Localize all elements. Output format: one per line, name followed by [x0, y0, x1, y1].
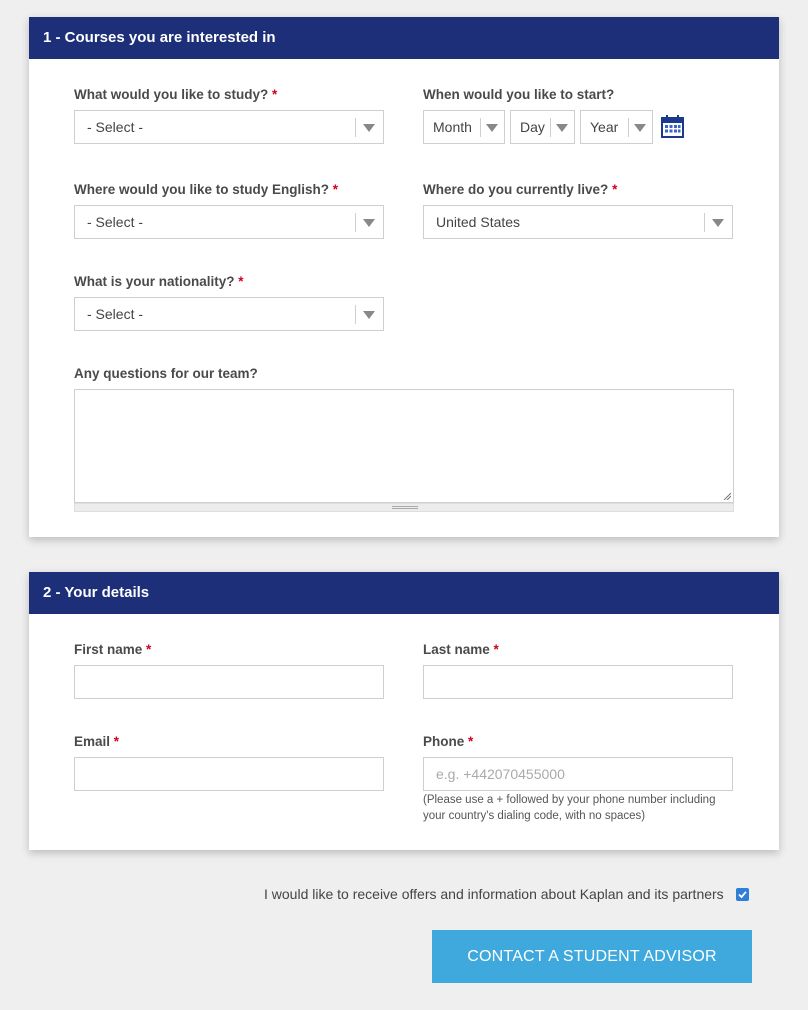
phone-hint-line: your country's dialing code, with no spa… — [423, 810, 646, 822]
month-select-value: Month — [433, 119, 472, 135]
nationality-select-value: - Select - — [87, 306, 144, 322]
year-select[interactable]: Year — [580, 110, 653, 144]
nationality-label: What is your nationality? * — [74, 274, 244, 289]
last-name-label-text: Last name — [423, 642, 490, 657]
checkmark-icon — [738, 891, 747, 899]
month-select[interactable]: Month — [423, 110, 505, 144]
nationality-label-text: What is your nationality? — [74, 274, 235, 289]
chevron-down-icon — [363, 311, 375, 319]
required-marker: * — [332, 182, 339, 197]
last-name-label: Last name * — [423, 642, 499, 657]
required-marker: * — [272, 87, 278, 102]
contact-advisor-button[interactable]: CONTACT A STUDENT ADVISOR — [432, 930, 752, 983]
email-input[interactable] — [74, 757, 384, 791]
required-marker: * — [468, 734, 474, 749]
phone-label-text: Phone — [423, 734, 465, 749]
where-study-label-text: Where would you like to study English? — [74, 182, 330, 197]
required-marker: * — [238, 274, 244, 289]
where-study-label: Where would you like to study English? * — [74, 182, 338, 197]
calendar-icon[interactable] — [661, 115, 684, 138]
chevron-down-icon — [486, 124, 498, 132]
last-name-input[interactable] — [423, 665, 733, 699]
select-divider — [704, 213, 705, 232]
phone-label: Phone * — [423, 734, 473, 749]
first-name-label: First name * — [74, 642, 151, 657]
phone-hint: (Please use a + followed by your phone n… — [423, 792, 715, 824]
textarea-resize-bar[interactable] — [74, 503, 734, 512]
where-study-select[interactable]: - Select - — [74, 205, 384, 239]
consent-label: I would like to receive offers and infor… — [264, 886, 724, 902]
phone-input[interactable]: e.g. +442070455000 — [423, 757, 733, 791]
courses-header: 1 - Courses you are interested in — [29, 17, 779, 59]
day-select[interactable]: Day — [510, 110, 575, 144]
select-divider — [355, 213, 356, 232]
grip-icon — [392, 506, 418, 507]
required-marker: * — [113, 734, 120, 749]
where-study-select-value: - Select - — [87, 214, 144, 230]
consent-checkbox[interactable] — [736, 888, 749, 901]
required-marker: * — [146, 642, 152, 657]
study-select-value: - Select - — [87, 119, 144, 135]
live-select-value: United States — [436, 214, 521, 230]
study-label: What would you like to study? * — [74, 87, 277, 102]
chevron-down-icon — [712, 219, 724, 227]
start-label: When would you like to start? — [423, 87, 615, 102]
email-label-text: Email — [74, 734, 111, 749]
first-name-label-text: First name — [74, 642, 143, 657]
grip-icon — [392, 508, 418, 509]
study-label-text: What would you like to study? — [74, 87, 269, 102]
chevron-down-icon — [363, 219, 375, 227]
questions-label: Any questions for our team? — [74, 366, 258, 381]
required-marker: * — [612, 182, 618, 197]
select-divider — [355, 305, 356, 324]
chevron-down-icon — [363, 124, 375, 132]
select-divider — [628, 118, 629, 137]
nationality-select[interactable]: - Select - — [74, 297, 384, 331]
day-select-value: Day — [520, 119, 545, 135]
required-marker: * — [493, 642, 499, 657]
details-card: 2 - Your details First name * Last name … — [29, 572, 779, 850]
resize-corner-icon[interactable] — [723, 492, 731, 500]
live-label: Where do you currently live? * — [423, 182, 617, 197]
chevron-down-icon — [556, 124, 568, 132]
phone-hint-line: (Please use a + followed by your phone n… — [423, 794, 716, 806]
first-name-input[interactable] — [74, 665, 384, 699]
study-select[interactable]: - Select - — [74, 110, 384, 144]
questions-textarea[interactable] — [74, 389, 734, 503]
select-divider — [480, 118, 481, 137]
select-divider — [550, 118, 551, 137]
live-select[interactable]: United States — [423, 205, 733, 239]
courses-card: 1 - Courses you are interested in What w… — [29, 17, 779, 537]
chevron-down-icon — [634, 124, 646, 132]
year-select-value: Year — [590, 119, 619, 135]
email-label: Email * — [74, 734, 119, 749]
details-header: 2 - Your details — [29, 572, 779, 614]
select-divider — [355, 118, 356, 137]
live-label-text: Where do you currently live? — [423, 182, 609, 197]
